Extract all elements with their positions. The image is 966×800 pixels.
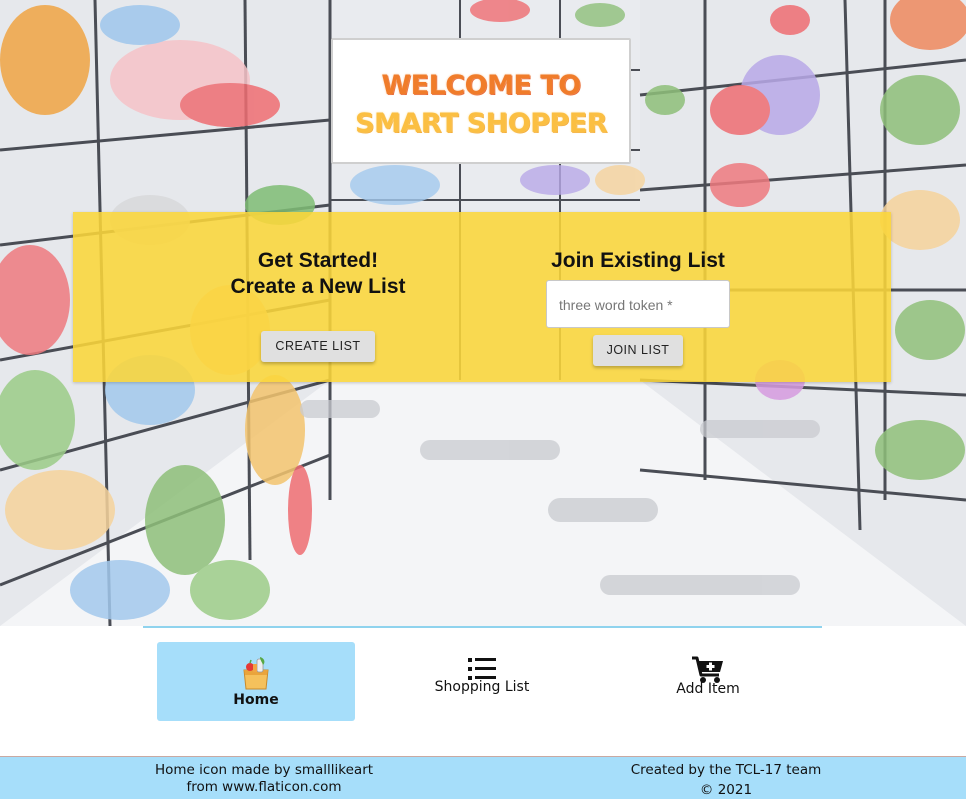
nav-label-home: Home xyxy=(233,692,279,708)
icon-credit: Home icon made by smalllikeart from www.… xyxy=(128,762,400,796)
token-input[interactable]: three word token * xyxy=(546,280,730,328)
action-panel: Get Started! Create a New List CREATE LI… xyxy=(73,212,891,382)
icon-credit-line1: Home icon made by smalllikeart xyxy=(154,762,374,778)
grocery-bag-icon xyxy=(243,657,269,690)
join-list-button[interactable]: JOIN LIST xyxy=(592,335,684,366)
create-heading-line1: Get Started! xyxy=(257,249,379,272)
team-credit: Created by the TCL-17 team © 2021 xyxy=(600,760,852,800)
nav-tab-add-item[interactable]: Add Item xyxy=(609,642,807,721)
nav-divider xyxy=(143,626,822,628)
title-line-app-name: SMART SHOPPER xyxy=(355,108,607,139)
team-credit-line1: Created by the TCL-17 team xyxy=(630,762,822,778)
icon-credit-line2[interactable]: from www.flaticon.com xyxy=(128,779,400,796)
nav-label-shopping-list: Shopping List xyxy=(434,679,530,695)
create-list-button[interactable]: CREATE LIST xyxy=(261,331,375,362)
nav-label-add-item: Add Item xyxy=(676,681,740,697)
nav-tab-shopping-list[interactable]: Shopping List xyxy=(383,642,581,721)
footer: Home icon made by smalllikeart from www.… xyxy=(0,756,966,799)
create-list-section: Get Started! Create a New List CREATE LI… xyxy=(213,248,423,362)
join-list-section: Join Existing List three word token * JO… xyxy=(538,248,738,366)
join-heading: Join Existing List xyxy=(551,249,725,272)
cart-plus-icon xyxy=(692,656,723,683)
welcome-title-card: WELCOME TO SMART SHOPPER xyxy=(331,38,631,164)
title-line-welcome: WELCOME TO xyxy=(381,70,581,101)
copyright-text: © 2021 xyxy=(699,782,753,798)
create-heading-line2: Create a New List xyxy=(230,275,406,298)
nav-tab-home[interactable]: Home xyxy=(157,642,355,721)
